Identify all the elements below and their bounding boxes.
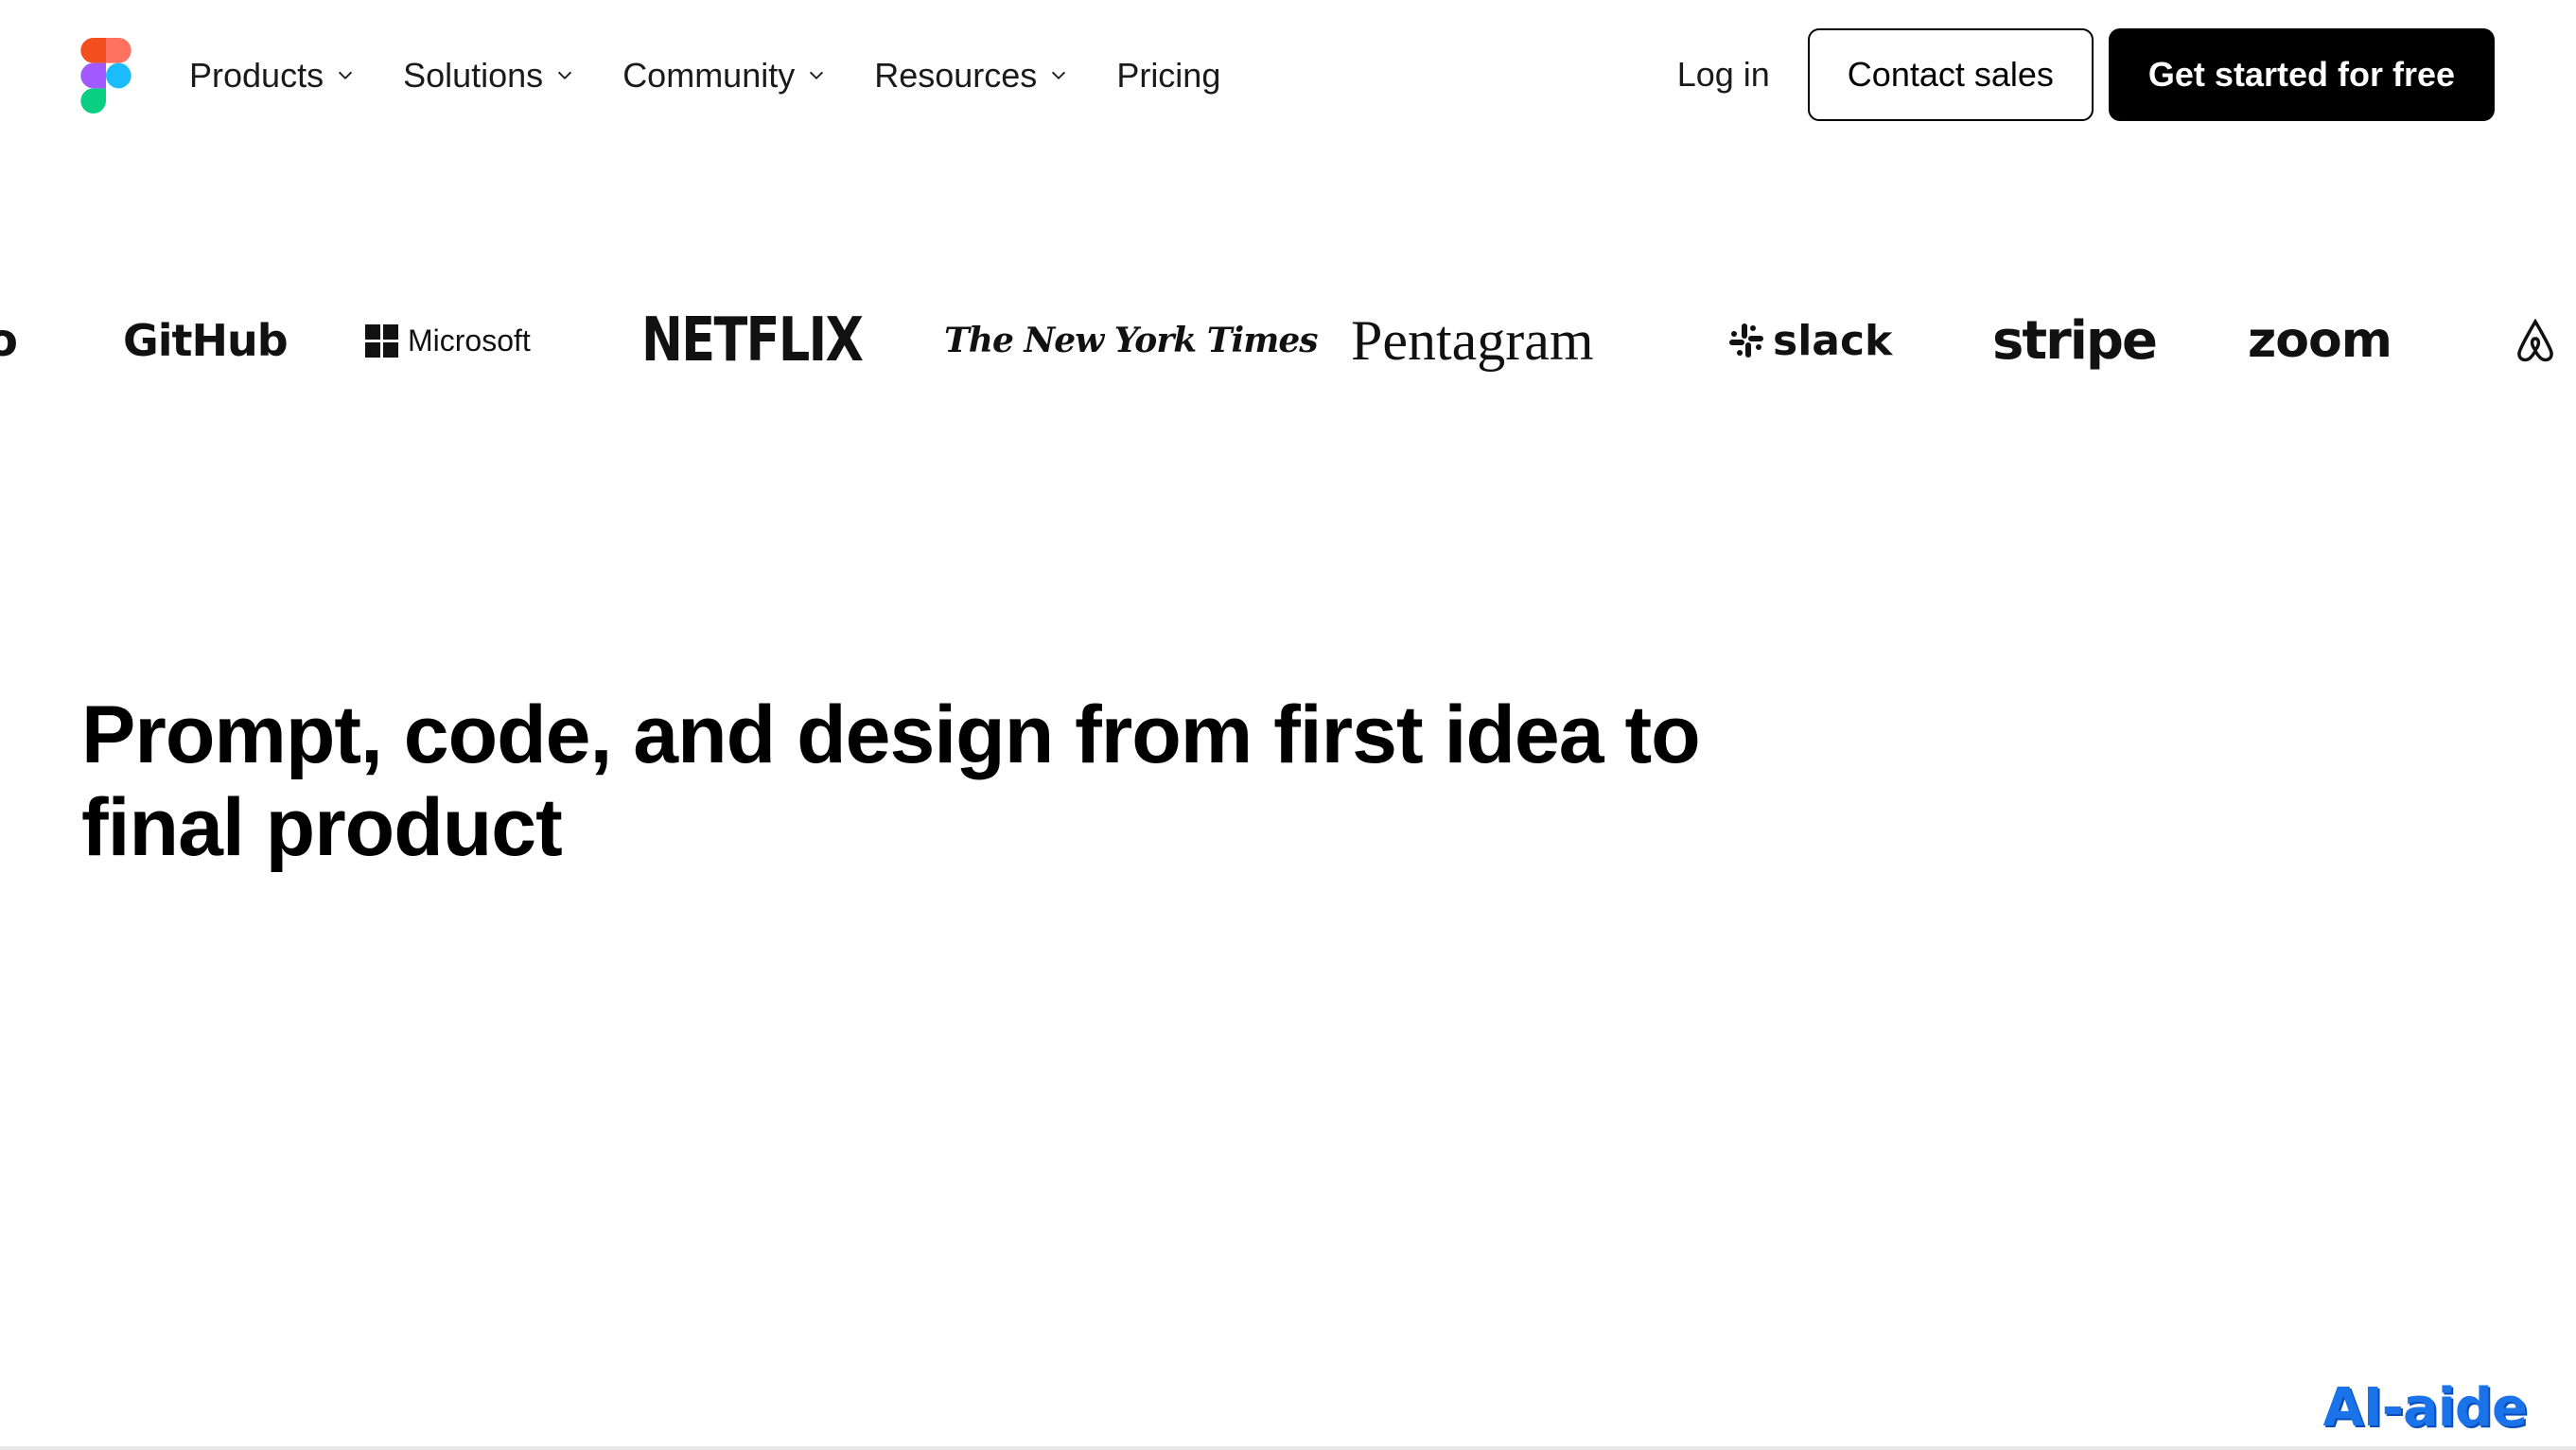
stripe-logo: stripe xyxy=(1992,309,2158,372)
login-link[interactable]: Log in xyxy=(1677,55,1770,95)
nav-actions: Log in Contact sales Get started for fre… xyxy=(1677,28,2495,121)
nav-links: Products Solutions Community Resources P… xyxy=(189,47,1268,104)
nav-item-label: Products xyxy=(189,56,324,95)
chevron-down-icon xyxy=(1052,71,1066,80)
figma-logo-icon[interactable] xyxy=(79,38,132,114)
top-nav: Products Solutions Community Resources P… xyxy=(0,0,2576,151)
chevron-down-icon xyxy=(558,71,572,80)
slack-hash-icon xyxy=(1729,323,1763,358)
nav-item-pricing[interactable]: Pricing xyxy=(1116,56,1220,96)
airbnb-logo xyxy=(2515,284,2556,397)
bottom-divider xyxy=(0,1446,2576,1450)
get-started-button[interactable]: Get started for free xyxy=(2108,28,2495,121)
customer-logo-strip: o GitHub Microsoft NETFLIX The New York … xyxy=(0,284,2576,397)
logo-partial: o xyxy=(0,314,18,367)
nav-item-solutions[interactable]: Solutions xyxy=(403,56,575,96)
zoom-logo: zoom xyxy=(2248,312,2392,369)
chevron-down-icon xyxy=(339,71,353,80)
slack-logo: slack xyxy=(1727,284,1892,397)
hero-title: Prompt, code, and design from first idea… xyxy=(81,690,1701,873)
netflix-logo: NETFLIX xyxy=(641,306,864,376)
contact-sales-button[interactable]: Contact sales xyxy=(1807,28,2094,121)
nav-item-community[interactable]: Community xyxy=(622,56,827,96)
microsoft-grid-icon xyxy=(365,323,398,358)
nav-item-resources[interactable]: Resources xyxy=(874,56,1069,96)
nav-item-label: Community xyxy=(622,56,796,95)
slack-wordmark: slack xyxy=(1773,316,1893,365)
pentagram-logo: Pentagram xyxy=(1351,308,1594,372)
airbnb-logo-icon xyxy=(2517,318,2553,362)
nav-item-label: Resources xyxy=(874,56,1038,95)
microsoft-wordmark: Microsoft xyxy=(408,323,531,358)
nav-item-label: Solutions xyxy=(403,56,544,95)
microsoft-logo: Microsoft xyxy=(365,284,531,397)
nav-item-products[interactable]: Products xyxy=(189,56,356,96)
watermark: AI-aide xyxy=(2322,1377,2528,1439)
nav-item-label: Pricing xyxy=(1116,56,1221,95)
page: Products Solutions Community Resources P… xyxy=(0,0,2576,1450)
nyt-logo: The New York Times xyxy=(944,321,1318,360)
chevron-down-icon xyxy=(810,71,824,80)
github-logo: GitHub xyxy=(123,315,289,366)
